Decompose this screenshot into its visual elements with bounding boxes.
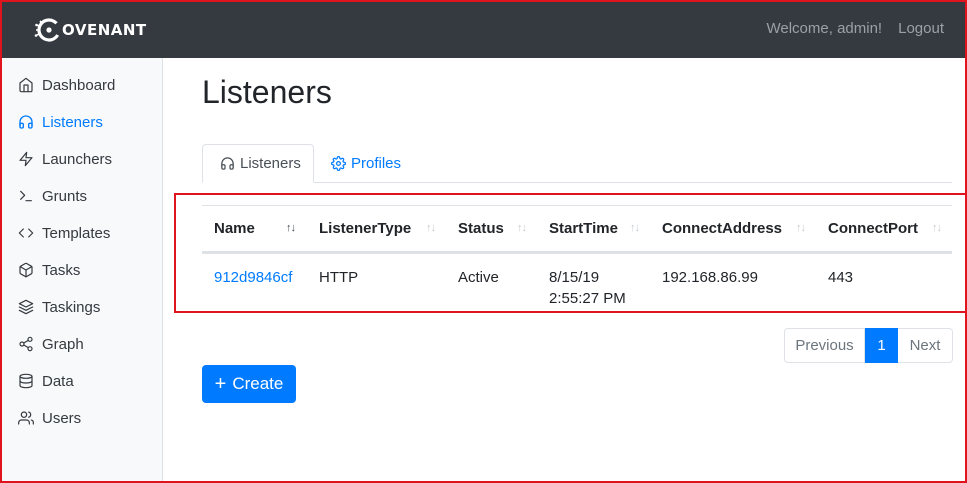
- sidebar-item-tasks[interactable]: Tasks: [18, 259, 80, 281]
- column-header-connectaddress[interactable]: ConnectAddress: [662, 220, 782, 237]
- gear-icon: [331, 156, 346, 171]
- zap-icon: [18, 151, 34, 167]
- sidebar-item-taskings[interactable]: Taskings: [18, 296, 100, 318]
- sidebar-item-label: Tasks: [42, 261, 81, 279]
- listener-address-cell: 192.168.86.99: [662, 269, 758, 286]
- sidebar-item-dashboard[interactable]: Dashboard: [18, 74, 115, 96]
- sidebar-item-label: Launchers: [42, 150, 113, 168]
- sort-icon[interactable]: ↑↓: [517, 222, 527, 234]
- pagination-previous[interactable]: Previous: [784, 328, 865, 363]
- users-icon: [18, 410, 34, 426]
- sidebar-item-users[interactable]: Users: [18, 407, 81, 429]
- tabs-divider: [202, 182, 952, 183]
- listener-name-link[interactable]: 912d9846cf: [214, 267, 292, 288]
- sort-icon[interactable]: ↑↓: [796, 222, 806, 234]
- create-button[interactable]: + Create: [202, 365, 296, 403]
- listener-starttime-cell: 8/15/19 2:55:27 PM: [549, 267, 626, 309]
- listener-port-cell: 443: [828, 269, 854, 286]
- page-title: Listeners: [202, 74, 332, 110]
- sidebar-item-label: Data: [42, 372, 74, 390]
- sidebar-item-label: Taskings: [42, 298, 101, 316]
- logout-link[interactable]: Logout: [898, 20, 944, 38]
- start-time: 2:55:27 PM: [549, 290, 626, 307]
- sidebar-item-label: Grunts: [42, 187, 88, 205]
- tab-label: Profiles: [351, 155, 402, 172]
- sidebar-item-label: Templates: [42, 224, 111, 242]
- sidebar-item-label: Listeners: [42, 113, 103, 131]
- tab-label: Listeners: [240, 155, 301, 172]
- covenant-logo-icon: [34, 18, 61, 42]
- column-header-connectport[interactable]: ConnectPort: [828, 220, 918, 237]
- headphones-icon: [18, 114, 34, 130]
- brand-name: OVENANT: [62, 21, 147, 39]
- tab-profiles[interactable]: Profiles: [331, 144, 401, 183]
- sort-icon[interactable]: ↑↓: [630, 222, 640, 234]
- sidebar-item-graph[interactable]: Graph: [18, 333, 84, 355]
- pagination: Previous 1 Next: [784, 328, 953, 363]
- sort-icon[interactable]: ↑↓: [426, 222, 436, 234]
- start-date: 8/15/19: [549, 269, 600, 286]
- column-header-listenertype[interactable]: ListenerType: [319, 220, 411, 237]
- headphones-icon: [220, 156, 235, 171]
- box-icon: [18, 262, 34, 278]
- share-icon: [18, 336, 34, 352]
- pagination-next[interactable]: Next: [898, 328, 953, 363]
- plus-icon: +: [214, 372, 227, 395]
- sidebar: Dashboard Listeners Launchers Grunts Tem…: [0, 58, 163, 483]
- tab-listeners[interactable]: Listeners: [202, 144, 314, 183]
- sidebar-item-grunts[interactable]: Grunts: [18, 185, 87, 207]
- table-top-border: [202, 205, 952, 206]
- database-icon: [18, 373, 34, 389]
- column-header-status[interactable]: Status: [458, 220, 504, 237]
- layers-icon: [18, 299, 34, 315]
- top-navbar: OVENANT Welcome, admin! Logout: [0, 0, 967, 58]
- sidebar-item-templates[interactable]: Templates: [18, 222, 110, 244]
- home-icon: [18, 77, 34, 93]
- sort-icon[interactable]: ↑↓: [286, 222, 296, 234]
- user-nav: Welcome, admin! Logout: [767, 20, 945, 38]
- sidebar-item-listeners[interactable]: Listeners: [18, 111, 103, 133]
- sidebar-item-label: Graph: [42, 335, 84, 353]
- table-header-divider: [202, 251, 952, 254]
- sidebar-item-label: Users: [42, 409, 82, 427]
- listener-type-cell: HTTP: [319, 269, 359, 286]
- column-header-name[interactable]: Name: [214, 220, 255, 237]
- column-header-starttime[interactable]: StartTime: [549, 220, 618, 237]
- code-icon: [18, 225, 34, 241]
- sidebar-item-data[interactable]: Data: [18, 370, 74, 392]
- sidebar-item-label: Dashboard: [42, 76, 116, 94]
- pagination-page-1[interactable]: 1: [865, 328, 898, 363]
- terminal-icon: [18, 188, 34, 204]
- sort-icon[interactable]: ↑↓: [932, 222, 942, 234]
- listener-status-cell: Active: [458, 269, 499, 286]
- sidebar-item-launchers[interactable]: Launchers: [18, 148, 112, 170]
- welcome-text: Welcome, admin!: [766, 20, 883, 37]
- create-label: Create: [232, 374, 284, 393]
- brand-logo[interactable]: OVENANT: [34, 16, 147, 44]
